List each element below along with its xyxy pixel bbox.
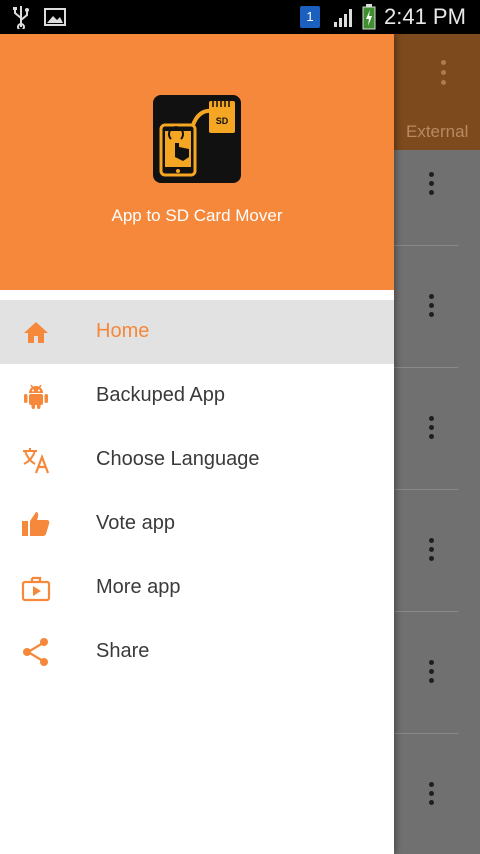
drawer-item-backuped-app[interactable]: Backuped App xyxy=(0,364,394,428)
home-icon xyxy=(24,322,48,343)
list-divider xyxy=(394,489,458,490)
drawer-header: SD App to SD Card Mover xyxy=(0,34,394,290)
drawer-item-label: Home xyxy=(96,320,150,342)
row-overflow-icon[interactable] xyxy=(426,782,436,808)
drawer-item-choose-language[interactable]: Choose Language xyxy=(0,428,394,492)
list-divider xyxy=(394,733,458,734)
drawer-item-label: More app xyxy=(96,576,181,598)
drawer-item-vote-app[interactable]: Vote app xyxy=(0,492,394,556)
drawer-item-label: Share xyxy=(96,640,150,662)
briefcase-play-icon xyxy=(21,576,51,602)
battery-charging-icon xyxy=(362,4,376,30)
drawer-item-label: Backuped App xyxy=(96,384,225,406)
overflow-menu-icon[interactable] xyxy=(438,60,446,86)
list-divider xyxy=(394,611,458,612)
app-logo-icon: SD xyxy=(153,95,241,183)
translate-icon xyxy=(23,448,50,474)
row-overflow-icon[interactable] xyxy=(426,294,436,320)
background-tab-external[interactable]: External xyxy=(406,122,468,142)
drawer-item-share[interactable]: Share xyxy=(0,620,394,684)
drawer-item-more-app[interactable]: More app xyxy=(0,556,394,620)
usb-icon xyxy=(13,6,29,29)
drawer-item-home[interactable]: Home xyxy=(0,300,394,364)
navigation-drawer: SD App to SD Card Mover Home Backuped Ap… xyxy=(0,34,394,854)
notification-badge: 1 xyxy=(300,6,320,28)
row-overflow-icon[interactable] xyxy=(426,416,436,442)
list-divider xyxy=(394,367,458,368)
drawer-menu: Home Backuped App Choose Language Vote a… xyxy=(0,300,394,684)
android-icon xyxy=(24,384,48,409)
share-icon xyxy=(23,638,48,666)
signal-icon xyxy=(334,9,352,27)
logo-sd-text: SD xyxy=(216,116,229,126)
app-name: App to SD Card Mover xyxy=(111,206,283,225)
drawer-item-label: Choose Language xyxy=(96,448,260,470)
status-time: 2:41 PM xyxy=(384,4,466,29)
row-overflow-icon[interactable] xyxy=(426,172,436,198)
row-overflow-icon[interactable] xyxy=(426,660,436,686)
drawer-item-label: Vote app xyxy=(96,512,175,534)
row-overflow-icon[interactable] xyxy=(426,538,436,564)
thumbs-up-icon xyxy=(22,512,50,536)
image-notification-icon xyxy=(44,8,66,26)
status-bar: 1 2:41 PM xyxy=(0,0,480,34)
list-divider xyxy=(394,245,458,246)
